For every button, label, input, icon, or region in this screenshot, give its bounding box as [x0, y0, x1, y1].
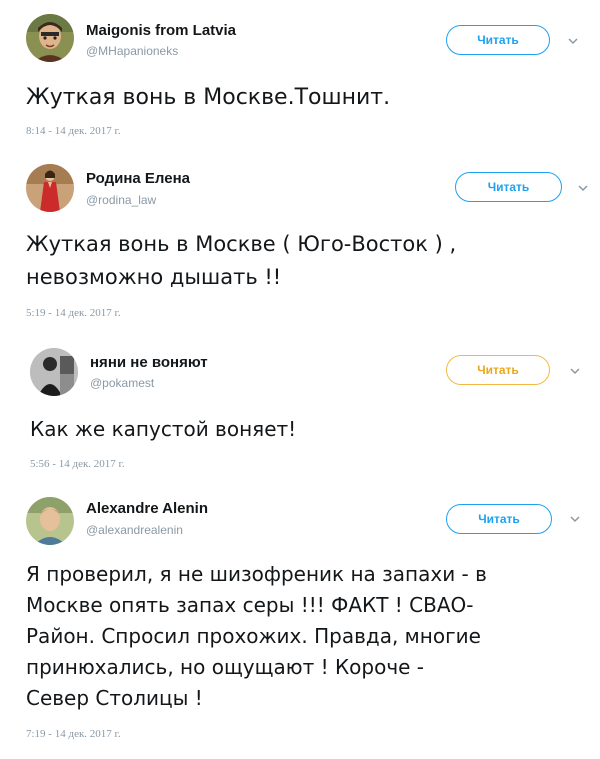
user-avatar[interactable] — [26, 497, 74, 545]
chevron-down-icon[interactable] — [575, 180, 591, 196]
follow-button[interactable]: Читать — [446, 355, 550, 385]
user-avatar[interactable] — [30, 348, 78, 396]
chevron-down-icon[interactable] — [567, 511, 583, 527]
user-avatar[interactable] — [26, 14, 74, 62]
tweet-3: няни не воняют @pokamest Читать Как же к… — [0, 330, 600, 485]
tweet-timestamp[interactable]: 5:56 - 14 дек. 2017 г. — [30, 458, 125, 470]
chevron-down-icon[interactable] — [567, 363, 583, 379]
tweet-text: Жуткая вонь в Москве ( Юго-Восток ) , не… — [26, 232, 457, 289]
tweet-timestamp[interactable]: 8:14 - 14 дек. 2017 г. — [26, 125, 121, 137]
tweet-timestamp[interactable]: 7:19 - 14 дек. 2017 г. — [26, 728, 121, 740]
tweet-text: Как же капустой воняет! — [30, 417, 297, 441]
tweet-text: Я проверил, я не шизофреник на запахи - … — [26, 562, 487, 710]
user-name[interactable]: Alexandre Alenin — [86, 500, 208, 517]
tweet-4: Alexandre Alenin @alexandrealenin Читать… — [0, 485, 600, 759]
user-handle[interactable]: @pokamest — [90, 376, 154, 390]
user-name[interactable]: Maigonis from Latvia — [86, 22, 236, 39]
user-avatar[interactable] — [26, 164, 74, 212]
avatar-cartoon-portrait-icon — [26, 14, 74, 62]
tweet-1: Maigonis from Latvia @MHapanioneks Читат… — [0, 0, 600, 150]
user-handle[interactable]: @MHapanioneks — [86, 44, 178, 58]
avatar-bw-photo-icon — [30, 348, 78, 396]
user-name[interactable]: Родина Елена — [86, 170, 190, 187]
follow-button[interactable]: Читать — [446, 25, 550, 55]
tweet-timestamp[interactable]: 5:19 - 14 дек. 2017 г. — [26, 307, 121, 319]
user-handle[interactable]: @alexandrealenin — [86, 523, 183, 537]
avatar-man-photo-icon — [26, 497, 74, 545]
tweet-text: Жуткая вонь в Москве.Тошнит. — [26, 85, 391, 110]
user-handle[interactable]: @rodina_law — [86, 193, 156, 207]
user-name[interactable]: няни не воняют — [90, 354, 208, 371]
follow-button[interactable]: Читать — [455, 172, 562, 202]
chevron-down-icon[interactable] — [565, 33, 581, 49]
follow-button[interactable]: Читать — [446, 504, 552, 534]
avatar-woman-red-dress-icon — [26, 164, 74, 212]
tweet-2: Родина Елена @rodina_law Читать Жуткая в… — [0, 150, 600, 330]
